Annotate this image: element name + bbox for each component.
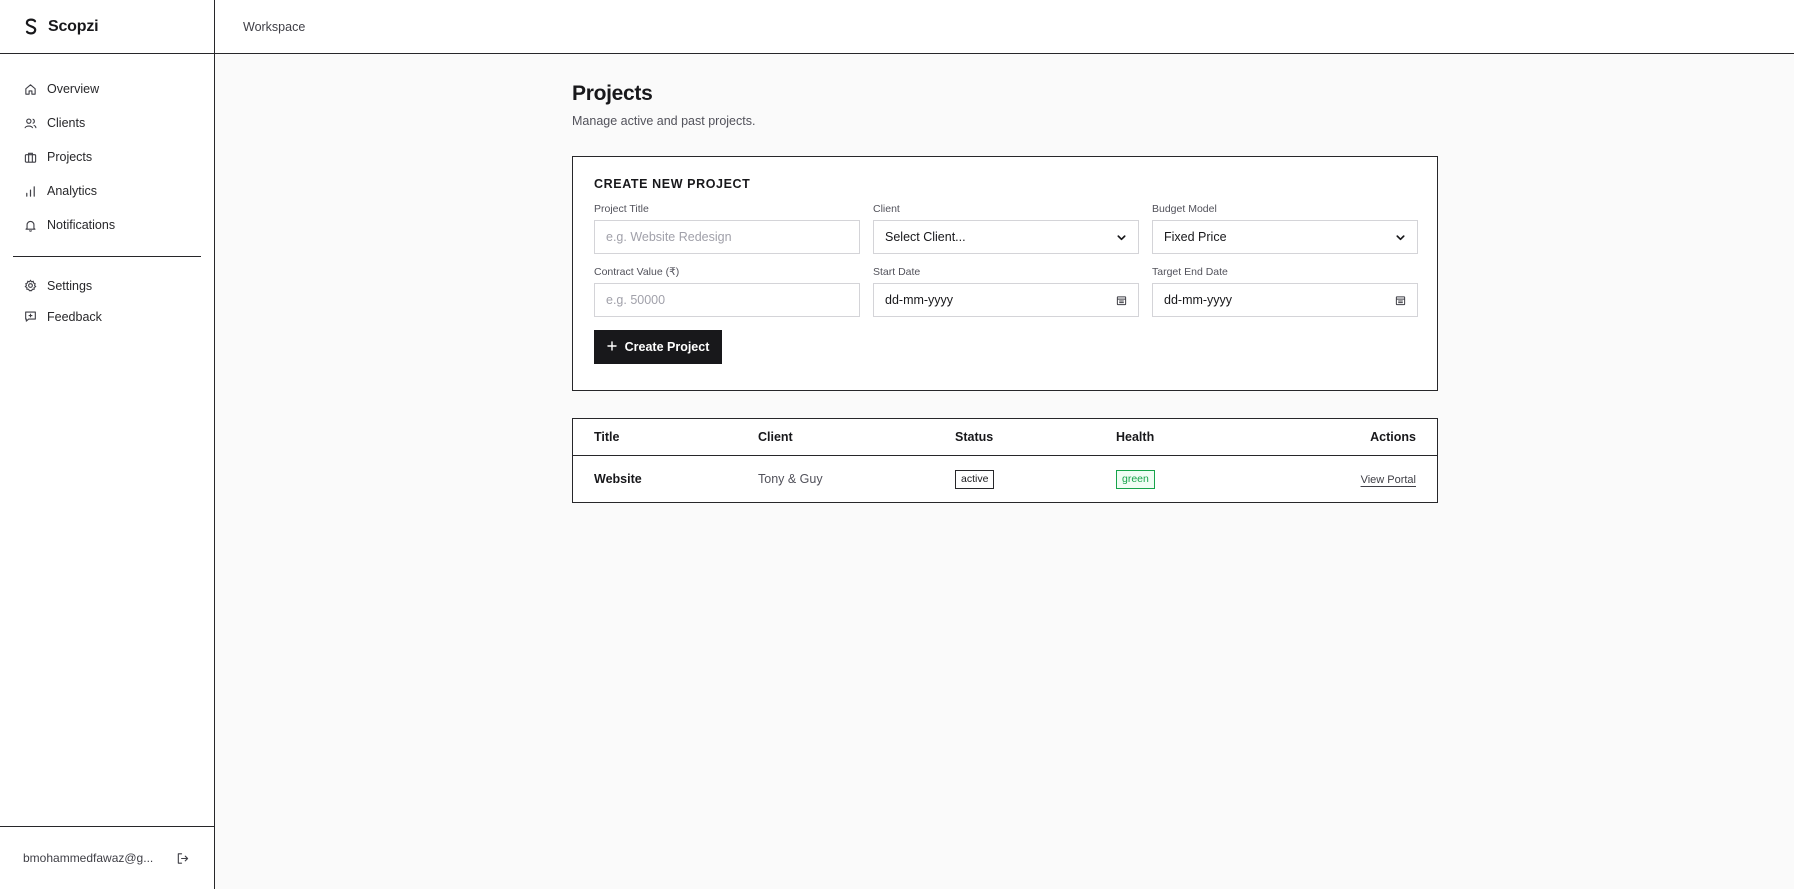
- page-title: Projects: [572, 82, 653, 105]
- column-header-actions: Actions: [1370, 430, 1416, 444]
- date-value: dd-mm-yyyy: [885, 293, 954, 307]
- breadcrumb[interactable]: Workspace: [243, 20, 305, 34]
- create-project-button[interactable]: Create Project: [594, 330, 722, 364]
- brand[interactable]: Scopzi: [0, 0, 214, 54]
- health-badge: green: [1116, 469, 1155, 489]
- start-date-group: Start Date dd-mm-yyyy: [873, 266, 1139, 317]
- sidebar-item-label: Feedback: [47, 309, 102, 324]
- column-header-client: Client: [758, 430, 793, 444]
- create-project-card: CREATE NEW PROJECT Project Title e.g. We…: [572, 156, 1438, 391]
- bar-chart-icon: [23, 184, 37, 198]
- sidebar-item-analytics[interactable]: Analytics: [0, 174, 214, 208]
- sidebar-item-label: Clients: [47, 116, 86, 130]
- chevron-down-icon: [1394, 231, 1406, 243]
- briefcase-icon: [23, 150, 37, 164]
- sidebar-item-label: Projects: [47, 150, 93, 164]
- column-header-title: Title: [594, 430, 620, 444]
- sidebar-item-label: Overview: [47, 82, 100, 96]
- sidebar-item-feedback[interactable]: Feedback: [0, 301, 214, 332]
- target-end-date-group: Target End Date dd-mm-yyyy: [1152, 266, 1418, 317]
- bell-icon: [23, 218, 37, 232]
- budget-model-group: Budget Model Fixed Price: [1152, 203, 1418, 254]
- field-label: Contract Value (₹): [594, 266, 680, 278]
- sidebar-divider: [13, 256, 201, 257]
- sidebar-item-clients[interactable]: Clients: [0, 106, 214, 140]
- field-label: Project Title: [594, 203, 649, 215]
- column-header-health: Health: [1116, 430, 1155, 444]
- plus-icon: [606, 340, 617, 354]
- calendar-icon[interactable]: [1394, 294, 1406, 306]
- contract-value-input[interactable]: e.g. 50000: [594, 283, 860, 317]
- card-title: CREATE NEW PROJECT: [594, 177, 751, 191]
- brand-name: Scopzi: [48, 17, 99, 35]
- home-icon: [23, 82, 37, 96]
- health-cell: green: [1116, 469, 1266, 489]
- user-email: bmohammedfawaz@g...: [23, 851, 154, 865]
- sidebar-item-label: Analytics: [47, 184, 98, 198]
- gear-icon: [23, 279, 37, 293]
- status-badge: active: [955, 469, 995, 489]
- select-value: Fixed Price: [1164, 230, 1227, 244]
- sidebar-item-overview[interactable]: Overview: [0, 72, 214, 106]
- client-select[interactable]: Select Client...: [873, 220, 1139, 254]
- project-client: Tony & Guy: [758, 472, 823, 486]
- calendar-icon[interactable]: [1115, 294, 1127, 306]
- actions-cell: View Portal: [1266, 472, 1416, 486]
- field-label: Target End Date: [1152, 266, 1228, 278]
- create-project-form: Project Title e.g. Website Redesign Clie…: [594, 203, 1418, 317]
- users-icon: [23, 116, 37, 130]
- date-value: dd-mm-yyyy: [1164, 293, 1233, 307]
- sidebar-item-label: Settings: [47, 278, 93, 293]
- sidebar-item-notifications[interactable]: Notifications: [0, 208, 214, 242]
- column-header-status: Status: [955, 430, 994, 444]
- sidebar-nav: Overview Clients Projects Analytics Noti…: [0, 54, 214, 332]
- input-placeholder: e.g. Website Redesign: [606, 230, 732, 244]
- field-label: Client: [873, 203, 900, 215]
- field-label: Budget Model: [1152, 203, 1217, 215]
- sidebar: Scopzi Overview Clients Projects Analyti…: [0, 0, 215, 889]
- button-label: Create Project: [624, 340, 710, 354]
- contract-value-group: Contract Value (₹) e.g. 50000: [594, 266, 860, 317]
- input-placeholder: e.g. 50000: [606, 293, 666, 307]
- select-value: Select Client...: [885, 230, 966, 244]
- view-portal-link[interactable]: View Portal: [1361, 474, 1416, 486]
- table-row: Website Tony & Guy active green View Por…: [573, 456, 1437, 502]
- project-title-input[interactable]: e.g. Website Redesign: [594, 220, 860, 254]
- page-subtitle: Manage active and past projects.: [572, 114, 756, 128]
- sidebar-item-projects[interactable]: Projects: [0, 140, 214, 174]
- s-logo-icon: [23, 17, 39, 37]
- feedback-icon: [23, 310, 37, 324]
- chevron-down-icon: [1115, 231, 1127, 243]
- start-date-input[interactable]: dd-mm-yyyy: [873, 283, 1139, 317]
- client-group: Client Select Client...: [873, 203, 1139, 254]
- target-end-date-input[interactable]: dd-mm-yyyy: [1152, 283, 1418, 317]
- topbar: Workspace: [215, 0, 1794, 54]
- sidebar-item-label: Notifications: [47, 218, 116, 232]
- projects-table: Title Client Status Health Actions Websi…: [572, 418, 1438, 503]
- status-cell: active: [955, 469, 1116, 489]
- main-content: Projects Manage active and past projects…: [572, 82, 1438, 503]
- project-title-group: Project Title e.g. Website Redesign: [594, 203, 860, 254]
- project-title: Website: [594, 472, 642, 486]
- logout-icon[interactable]: [175, 851, 189, 865]
- user-block: bmohammedfawaz@g...: [0, 826, 214, 889]
- sidebar-item-settings[interactable]: Settings: [0, 270, 214, 301]
- table-header: Title Client Status Health Actions: [573, 419, 1437, 456]
- field-label: Start Date: [873, 266, 921, 278]
- budget-model-select[interactable]: Fixed Price: [1152, 220, 1418, 254]
